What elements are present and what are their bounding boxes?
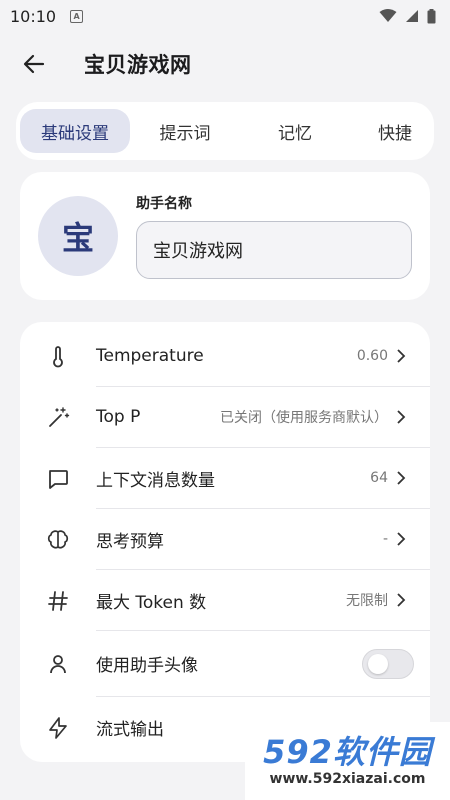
watermark-url: www.592xiazai.com — [269, 771, 426, 787]
status-time: 10:10 — [10, 6, 57, 26]
back-button[interactable] — [20, 50, 48, 78]
battery-icon — [427, 8, 436, 23]
message-bubble-icon — [49, 469, 68, 489]
tab-memory[interactable]: 记忆 — [240, 109, 350, 153]
toggle-knob — [368, 653, 388, 674]
wifi-icon — [379, 9, 397, 22]
setting-value: 0.60 — [356, 348, 388, 364]
page-title: 宝贝游戏网 — [84, 53, 192, 77]
settings-list: Temperature 0.60 Top P 已关闭（使用服务商默认） 上下文消… — [20, 322, 430, 762]
signal-icon — [406, 10, 418, 22]
thermometer-icon — [53, 345, 63, 367]
app-bar: 宝贝游戏网 — [0, 32, 450, 96]
setting-value: 64 — [370, 470, 388, 486]
avatar[interactable]: 宝 — [38, 196, 118, 276]
setting-top-p[interactable]: Top P 已关闭（使用服务商默认） — [20, 387, 430, 448]
hash-icon — [48, 590, 68, 611]
site-watermark: 592软件园 www.592xiazai.com — [245, 722, 450, 800]
chevron-right-icon — [397, 410, 406, 424]
setting-value: 已关闭（使用服务商默认） — [220, 410, 388, 426]
tab-bar: 基础设置 提示词 记忆 快捷 — [16, 102, 434, 160]
tab-basic-settings[interactable]: 基础设置 — [20, 109, 130, 153]
setting-value: 无限制 — [346, 593, 388, 609]
brain-icon — [47, 529, 69, 548]
chevron-right-icon — [397, 349, 406, 363]
setting-label: Temperature — [96, 346, 204, 366]
setting-max-tokens[interactable]: 最大 Token 数 无限制 — [20, 570, 430, 631]
assistant-identity-card: 宝 助手名称 — [20, 172, 430, 300]
setting-thinking-budget[interactable]: 思考预算 - — [20, 509, 430, 570]
setting-label: 上下文消息数量 — [96, 470, 215, 491]
assistant-name-input[interactable] — [136, 221, 412, 279]
use-avatar-toggle[interactable] — [362, 648, 414, 679]
user-icon — [50, 655, 66, 674]
setting-label: Top P — [96, 407, 141, 427]
setting-label: 最大 Token 数 — [96, 592, 207, 613]
notification-badge-icon: A — [70, 9, 84, 23]
setting-label: 使用助手头像 — [96, 656, 198, 676]
tab-shortcuts[interactable]: 快捷 — [350, 109, 434, 153]
tab-prompt[interactable]: 提示词 — [130, 109, 240, 153]
setting-context-count[interactable]: 上下文消息数量 64 — [20, 448, 430, 509]
setting-use-avatar[interactable]: 使用助手头像 — [20, 631, 430, 697]
lightning-icon — [49, 716, 67, 739]
chevron-right-icon — [397, 532, 406, 546]
watermark-logo-text: 592软件园 — [263, 733, 432, 771]
status-bar: 10:10 A — [0, 0, 450, 32]
arrow-left-icon — [23, 54, 45, 74]
setting-temperature[interactable]: Temperature 0.60 — [20, 326, 430, 387]
setting-value: - — [382, 531, 388, 547]
chevron-right-icon — [397, 593, 406, 607]
chevron-right-icon — [397, 471, 406, 485]
assistant-name-label: 助手名称 — [136, 196, 192, 212]
setting-label: 思考预算 — [96, 531, 164, 552]
magic-wand-icon — [49, 406, 70, 427]
